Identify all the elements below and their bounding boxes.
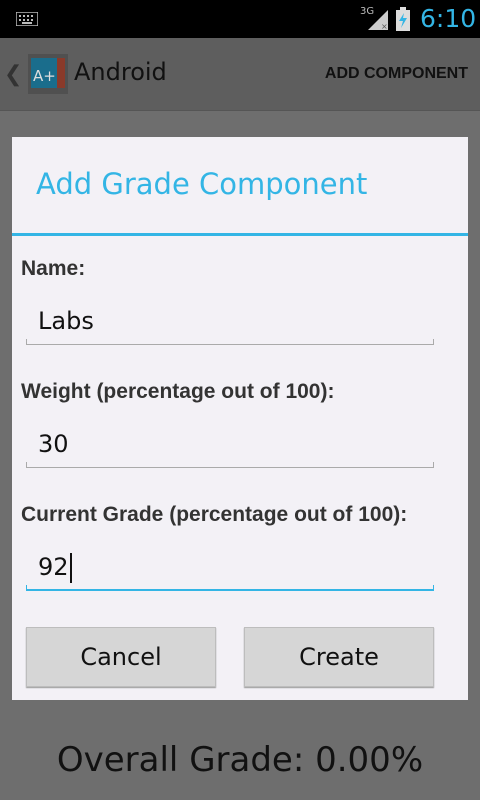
name-input[interactable]: Labs	[26, 301, 434, 345]
dialog-title: Add Grade Component	[36, 167, 368, 201]
text-cursor	[69, 553, 72, 583]
current-grade-input[interactable]: 92	[26, 547, 434, 591]
weight-input-value: 30	[38, 430, 69, 458]
dialog-title-divider	[12, 233, 468, 236]
name-input-value: Labs	[38, 307, 94, 335]
weight-label: Weight (percentage out of 100):	[21, 380, 335, 403]
clock: 6:10	[420, 4, 477, 33]
current-grade-input-value: 92	[38, 553, 69, 581]
action-bar: ❮ A+ Android ADD COMPONENT	[0, 38, 480, 111]
signal-strength-icon: ×	[368, 10, 388, 30]
weight-input[interactable]: 30	[26, 424, 434, 468]
overall-grade-label: Overall Grade: 0.00%	[56, 740, 424, 780]
app-icon[interactable]: A+	[28, 54, 68, 94]
add-component-button[interactable]: ADD COMPONENT	[325, 65, 468, 83]
battery-charging-icon	[396, 7, 410, 31]
current-grade-label: Current Grade (percentage out of 100):	[21, 503, 408, 526]
current-grade-input-underline	[26, 585, 434, 591]
keyboard-icon	[16, 12, 38, 26]
status-bar: 3G × 6:10	[0, 0, 480, 38]
create-button[interactable]: Create	[244, 627, 434, 687]
up-caret-icon[interactable]: ❮	[4, 62, 22, 87]
add-grade-component-dialog: Add Grade Component Name: Labs Weight (p…	[12, 137, 468, 700]
cancel-button[interactable]: Cancel	[26, 627, 216, 687]
app-title: Android	[74, 58, 167, 86]
weight-input-underline	[26, 462, 434, 468]
app-icon-label: A+	[33, 67, 56, 85]
name-label: Name:	[21, 257, 86, 280]
name-input-underline	[26, 339, 434, 345]
svg-text:×: ×	[381, 22, 388, 30]
